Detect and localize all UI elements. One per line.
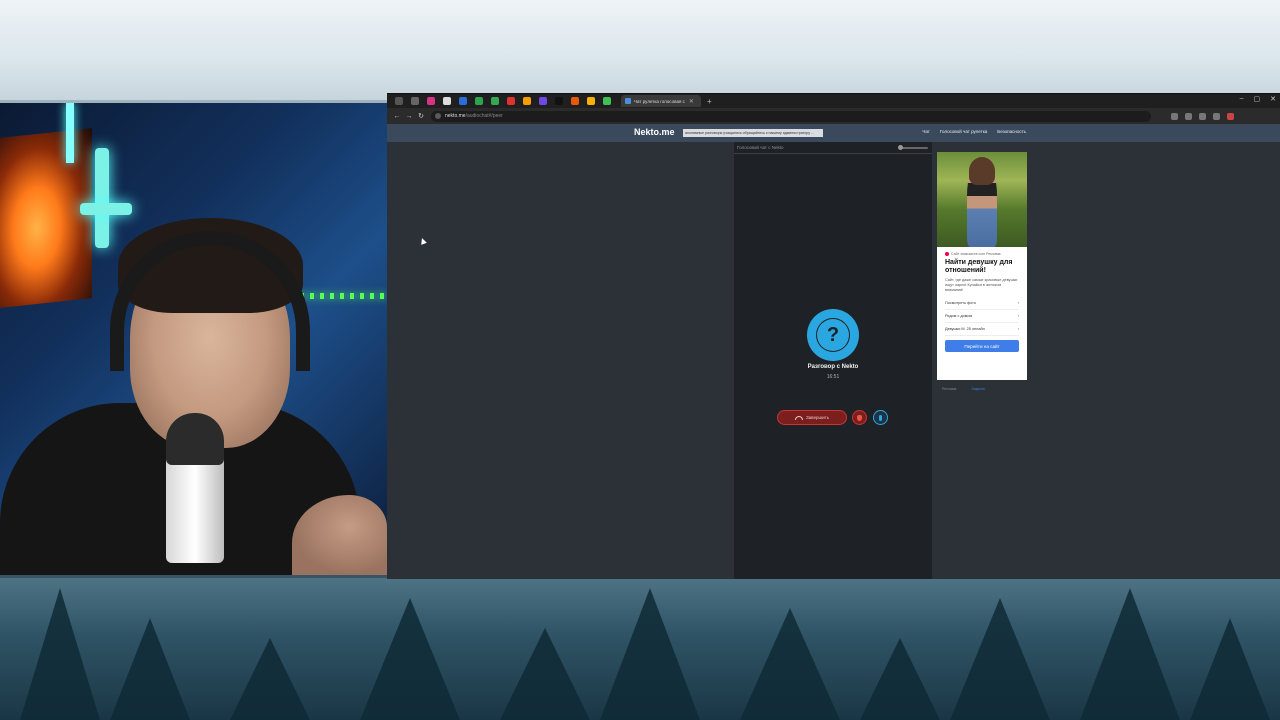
pinned-tab-icon[interactable] xyxy=(475,97,483,105)
favicon-icon xyxy=(625,98,631,104)
extension-icons xyxy=(1171,112,1234,120)
close-icon[interactable]: ✕ xyxy=(689,98,694,105)
neon-light-strip xyxy=(66,103,74,163)
ad-close-link[interactable]: Закрыть xyxy=(971,387,985,391)
chevron-right-icon: › xyxy=(1017,301,1019,305)
pinned-tab-icon[interactable] xyxy=(443,97,451,105)
extension-icon[interactable] xyxy=(1171,112,1178,120)
profile-avatar-icon[interactable] xyxy=(1227,112,1234,120)
ad-footer: Реклама Закрыть xyxy=(942,387,985,391)
report-button[interactable] xyxy=(852,410,867,425)
pinned-tab-icon[interactable] xyxy=(491,97,499,105)
ad-footer-label: Реклама xyxy=(942,387,957,391)
neon-cross-vertical xyxy=(95,148,109,248)
chat-header: Голосовой чат с Nekto xyxy=(734,142,932,154)
ad-link[interactable]: Рядом с домом › xyxy=(945,310,1019,323)
pinned-tab-icon[interactable] xyxy=(411,97,419,105)
volume-slider[interactable] xyxy=(898,145,928,150)
page-content: Голосовой чат с Nekto ? Разговор с Nekto… xyxy=(387,142,1280,579)
pinned-tab-icon[interactable] xyxy=(523,97,531,105)
shield-icon xyxy=(857,414,862,421)
chat-header-label: Голосовой чат с Nekto xyxy=(737,145,784,150)
nav-item-security[interactable]: Безопасность xyxy=(997,129,1026,134)
end-call-button[interactable]: Завершить xyxy=(777,410,847,425)
ad-links: Посмотреть фото › Рядом с домом › Девушки … xyxy=(937,293,1027,336)
call-timer: 16:51 xyxy=(826,374,840,380)
pinned-tab-icon[interactable] xyxy=(603,97,611,105)
address-bar: ← → ↻ nekto.me /audiochat#/peer xyxy=(387,108,1280,124)
ad-headline[interactable]: Найти девушку для отношений! xyxy=(937,256,1027,275)
tab-menu-icon[interactable] xyxy=(395,97,403,105)
back-arrow-icon[interactable]: ← xyxy=(391,113,403,120)
end-call-label: Завершить xyxy=(805,415,830,420)
pinned-tab-icon[interactable] xyxy=(507,97,515,105)
tab-title: Чат рулетка голосовая с xyxy=(634,98,685,104)
chevron-right-icon: › xyxy=(1017,314,1019,318)
pine-trees-illustration xyxy=(20,588,1270,720)
pinned-tab-icon[interactable] xyxy=(555,97,563,105)
pinned-tab-icon[interactable] xyxy=(427,97,435,105)
pinned-tab-icon[interactable] xyxy=(459,97,467,105)
mute-button[interactable] xyxy=(873,410,888,425)
ad-banner[interactable]: Сайт знакомств.com Реклама Найти девушку… xyxy=(937,152,1027,380)
peer-avatar: ? xyxy=(807,309,859,361)
url-input[interactable]: nekto.me /audiochat#/peer xyxy=(431,110,1151,122)
url-path: /audiochat#/peer xyxy=(465,113,503,119)
tab-bar: Чат рулетка голосовая с ✕ + – ▢ ✕ xyxy=(387,94,1280,108)
hang-up-icon xyxy=(794,415,803,420)
ad-image[interactable] xyxy=(937,152,1027,247)
pinned-tab-icon[interactable] xyxy=(587,97,595,105)
site-info-icon[interactable] xyxy=(435,113,441,119)
browser-window: Чат рулетка голосовая с ✕ + – ▢ ✕ ← → ↻ … xyxy=(387,93,1280,579)
ad-cta-button[interactable]: Перейти на сайт xyxy=(945,340,1019,352)
voice-chat-panel: Голосовой чат с Nekto ? Разговор с Nekto… xyxy=(734,142,932,579)
nav-item-chat[interactable]: Чат xyxy=(922,129,929,134)
new-tab-icon[interactable]: + xyxy=(707,97,712,106)
url-domain: nekto.me xyxy=(445,113,466,119)
close-window-icon[interactable]: ✕ xyxy=(1270,95,1276,103)
conversation-title: Разговор с Nekto xyxy=(807,364,859,370)
nav-item-voice-chat[interactable]: Голосовой чат рулетка xyxy=(940,129,987,134)
forward-arrow-icon[interactable]: → xyxy=(403,113,415,120)
site-notice: анонимные разговоры учащались обращайтес… xyxy=(683,129,823,137)
fireplace-screen xyxy=(0,128,92,308)
ad-body: Сайт, где даже самые красивые девушки ищ… xyxy=(945,278,1018,292)
reload-icon[interactable]: ↻ xyxy=(415,112,427,120)
top-nav: Чат Голосовой чат рулетка Безопасность xyxy=(922,129,1026,134)
ad-source: Сайт знакомств.com Реклама xyxy=(937,247,1027,256)
neon-cross-horizontal xyxy=(80,203,132,215)
extension-icon[interactable] xyxy=(1185,112,1192,120)
microphone-icon xyxy=(879,414,882,421)
microphone-grille xyxy=(166,413,224,465)
question-mark-icon: ? xyxy=(817,319,849,351)
maximize-icon[interactable]: ▢ xyxy=(1254,95,1261,103)
extension-icon[interactable] xyxy=(1199,112,1206,120)
ad-source-icon xyxy=(945,252,949,256)
chevron-right-icon: › xyxy=(1017,327,1019,331)
site-logo[interactable]: Nekto.me xyxy=(634,127,675,137)
minimize-icon[interactable]: – xyxy=(1240,95,1244,103)
pinned-tab-icon[interactable] xyxy=(571,97,579,105)
ad-link[interactable]: Девушки М. 25 онлайн › xyxy=(945,323,1019,336)
tab-active[interactable]: Чат рулетка голосовая с ✕ xyxy=(621,95,701,107)
pinned-tab-icon[interactable] xyxy=(539,97,547,105)
webcam-overlay xyxy=(0,103,387,575)
sky-background xyxy=(0,0,1280,100)
extension-icon[interactable] xyxy=(1213,112,1220,120)
forest-background xyxy=(0,578,1280,720)
volume-knob[interactable] xyxy=(898,145,903,150)
ad-link[interactable]: Посмотреть фото › xyxy=(945,297,1019,310)
site-header: Nekto.me анонимные разговоры учащались о… xyxy=(387,124,1280,142)
window-controls: – ▢ ✕ xyxy=(1240,95,1276,103)
